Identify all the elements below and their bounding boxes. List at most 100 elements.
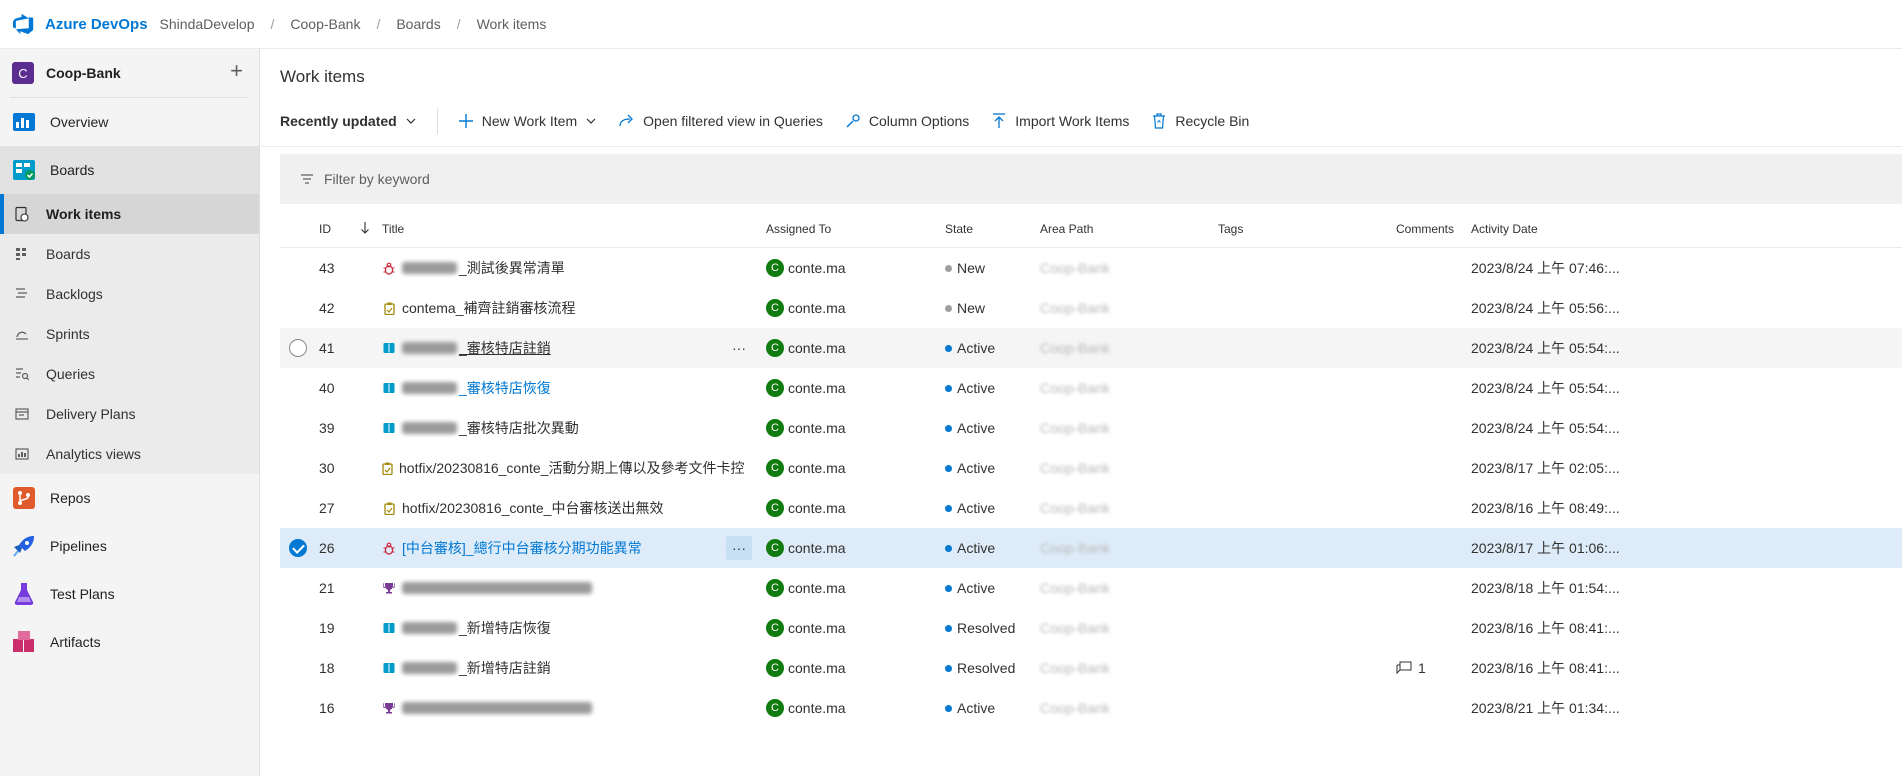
sidebar-subitem-sprints[interactable]: Sprints [0, 314, 259, 354]
sidebar-item-test-plans[interactable]: Test Plans [0, 570, 259, 618]
work-item-title-cell[interactable]: _審核特店註銷 [382, 328, 732, 368]
avatar: C [766, 459, 784, 477]
redacted-text [402, 622, 457, 634]
work-item-id: 16 [319, 700, 335, 716]
artifacts-icon [13, 631, 34, 652]
sidebar-subitem-analytics-views[interactable]: Analytics views [0, 434, 259, 474]
work-item-title[interactable]: hotfix/20230816_conte_中台審核送出無效 [402, 498, 663, 518]
sidebar-subitem-work-items[interactable]: Work items [0, 194, 259, 234]
table-row[interactable]: 43 _測試後異常清單 C conte.ma New Coop-Bank 202… [280, 248, 1902, 288]
row-select-checkbox[interactable] [289, 339, 307, 357]
breadcrumb-work-items[interactable]: Work items [477, 16, 547, 32]
sidebar-subitem-delivery-plans[interactable]: Delivery Plans [0, 394, 259, 434]
brand-link[interactable]: Azure DevOps [45, 16, 148, 33]
work-item-title-cell[interactable]: _審核特店恢復 [382, 368, 732, 408]
sidebar-subitem-backlogs[interactable]: Backlogs [0, 274, 259, 314]
table-row[interactable]: 26 [中台審核]_總行中台審核分期功能異常 ··· C conte.ma Ac… [280, 528, 1902, 568]
work-item-title-cell[interactable]: hotfix/20230816_conte_活動分期上傳以及參考文件卡控 [382, 448, 744, 488]
table-row[interactable]: 39 _審核特店批次異動 C conte.ma Active Coop-Bank… [280, 408, 1902, 448]
recycle-bin-button[interactable]: Recycle Bin [1151, 113, 1249, 129]
breadcrumb-boards[interactable]: Boards [396, 16, 440, 32]
work-item-title[interactable]: _新增特店註銷 [459, 658, 551, 678]
column-header-title[interactable]: Title [382, 222, 404, 236]
sidebar-item-pipelines[interactable]: Pipelines [0, 522, 259, 570]
bug-work-item-icon [382, 261, 396, 275]
table-row[interactable]: 16 C conte.ma Active Coop-Bank 2023/8/21… [280, 688, 1902, 728]
work-item-title[interactable]: _審核特店批次異動 [459, 418, 579, 438]
work-item-title[interactable]: _測試後異常清單 [459, 258, 565, 278]
sidebar-item-label: Repos [50, 490, 91, 506]
work-item-title[interactable]: _審核特店恢復 [459, 378, 551, 398]
sidebar-item-overview[interactable]: Overview [0, 98, 259, 146]
activity-date: 2023/8/24 上午 05:54:... [1471, 420, 1620, 436]
area-path: Coop-Bank [1040, 500, 1111, 516]
table-row[interactable]: 19 _新增特店恢復 C conte.ma Resolved Coop-Bank… [280, 608, 1902, 648]
filter-input-placeholder[interactable]: Filter by keyword [324, 171, 430, 187]
work-item-title[interactable]: _審核特店註銷 [459, 338, 551, 358]
sidebar-subitem-queries[interactable]: Queries [0, 354, 259, 394]
column-header-assigned-to[interactable]: Assigned To [766, 222, 831, 236]
work-item-title-cell[interactable]: [中台審核]_總行中台審核分期功能異常 [382, 528, 732, 568]
state-dot-icon [945, 624, 952, 632]
more-actions-icon[interactable]: ··· [726, 536, 752, 560]
work-item-title-cell[interactable]: hotfix/20230816_conte_中台審核送出無效 [382, 488, 732, 528]
sidebar-item-repos[interactable]: Repos [0, 474, 259, 522]
assigned-to-cell: C conte.ma [766, 248, 846, 288]
table-row[interactable]: 41 _審核特店註銷 ··· C conte.ma Active Coop-Ba… [280, 328, 1902, 368]
state-label: Active [957, 540, 996, 556]
open-in-queries-button[interactable]: Open filtered view in Queries [619, 113, 823, 129]
work-item-title[interactable]: hotfix/20230816_conte_活動分期上傳以及參考文件卡控 [399, 458, 744, 478]
row-select-checkbox[interactable] [289, 539, 307, 557]
breadcrumb-project[interactable]: Coop-Bank [290, 16, 360, 32]
add-icon[interactable]: + [230, 60, 243, 82]
work-item-title[interactable]: contema_補齊註銷審核流程 [402, 298, 575, 318]
azure-devops-logo-icon[interactable] [13, 13, 35, 35]
work-item-title-cell[interactable]: _新增特店註銷 [382, 648, 732, 688]
queries-icon [14, 366, 30, 382]
work-item-title[interactable]: _新增特店恢復 [459, 618, 551, 638]
work-item-title-cell[interactable]: _審核特店批次異動 [382, 408, 732, 448]
work-item-title-cell[interactable]: _測試後異常清單 [382, 248, 732, 288]
table-row[interactable]: 42 contema_補齊註銷審核流程 C conte.ma New Coop-… [280, 288, 1902, 328]
breadcrumb-organization[interactable]: ShindaDevelop [160, 16, 255, 32]
story-work-item-icon [382, 341, 396, 355]
column-header-id[interactable]: ID [319, 222, 331, 236]
table-row[interactable]: 27 hotfix/20230816_conte_中台審核送出無效 C cont… [280, 488, 1902, 528]
task-work-item-icon [382, 501, 396, 515]
import-work-items-button[interactable]: Import Work Items [991, 113, 1129, 129]
activity-date: 2023/8/24 上午 05:56:... [1471, 300, 1620, 316]
avatar: C [766, 419, 784, 437]
table-row[interactable]: 21 C conte.ma Active Coop-Bank 2023/8/18… [280, 568, 1902, 608]
table-row[interactable]: 30 hotfix/20230816_conte_活動分期上傳以及參考文件卡控 … [280, 448, 1902, 488]
new-work-item-button[interactable]: New Work Item [458, 113, 597, 129]
arrow-redirect-icon [619, 113, 635, 129]
work-item-title-cell[interactable] [382, 568, 732, 608]
sidebar-subitem-boards[interactable]: Boards [0, 234, 259, 274]
column-header-state[interactable]: State [945, 222, 973, 236]
column-header-area-path[interactable]: Area Path [1040, 222, 1093, 236]
column-options-button[interactable]: Column Options [845, 113, 969, 129]
view-selector-dropdown[interactable]: Recently updated [280, 113, 417, 129]
avatar: C [766, 539, 784, 557]
assigned-to-cell: C conte.ma [766, 448, 846, 488]
view-selector-label: Recently updated [280, 113, 397, 129]
filter-bar[interactable]: Filter by keyword [280, 154, 1902, 204]
work-item-title-cell[interactable] [382, 688, 732, 728]
state-label: New [957, 260, 986, 276]
sidebar-item-artifacts[interactable]: Artifacts [0, 618, 259, 666]
column-header-activity-date[interactable]: Activity Date [1471, 222, 1538, 236]
work-item-title-cell[interactable]: _新增特店恢復 [382, 608, 732, 648]
more-actions-icon[interactable]: ··· [726, 336, 752, 360]
state-label: Active [957, 380, 996, 396]
column-header-comments[interactable]: Comments [1396, 222, 1454, 236]
work-item-title[interactable]: [中台審核]_總行中台審核分期功能異常 [402, 538, 642, 558]
table-row[interactable]: 18 _新增特店註銷 C conte.ma Resolved Coop-Bank… [280, 648, 1902, 688]
comments-cell: 1 [1396, 648, 1426, 688]
sidebar-item-boards[interactable]: Boards [0, 146, 259, 194]
sort-descending-icon[interactable] [360, 221, 370, 235]
table-row[interactable]: 40 _審核特店恢復 C conte.ma Active Coop-Bank 2… [280, 368, 1902, 408]
work-item-title-cell[interactable]: contema_補齊註銷審核流程 [382, 288, 732, 328]
boards-icon [13, 160, 35, 180]
column-header-tags[interactable]: Tags [1218, 222, 1243, 236]
project-header[interactable]: C Coop-Bank + [0, 49, 259, 97]
